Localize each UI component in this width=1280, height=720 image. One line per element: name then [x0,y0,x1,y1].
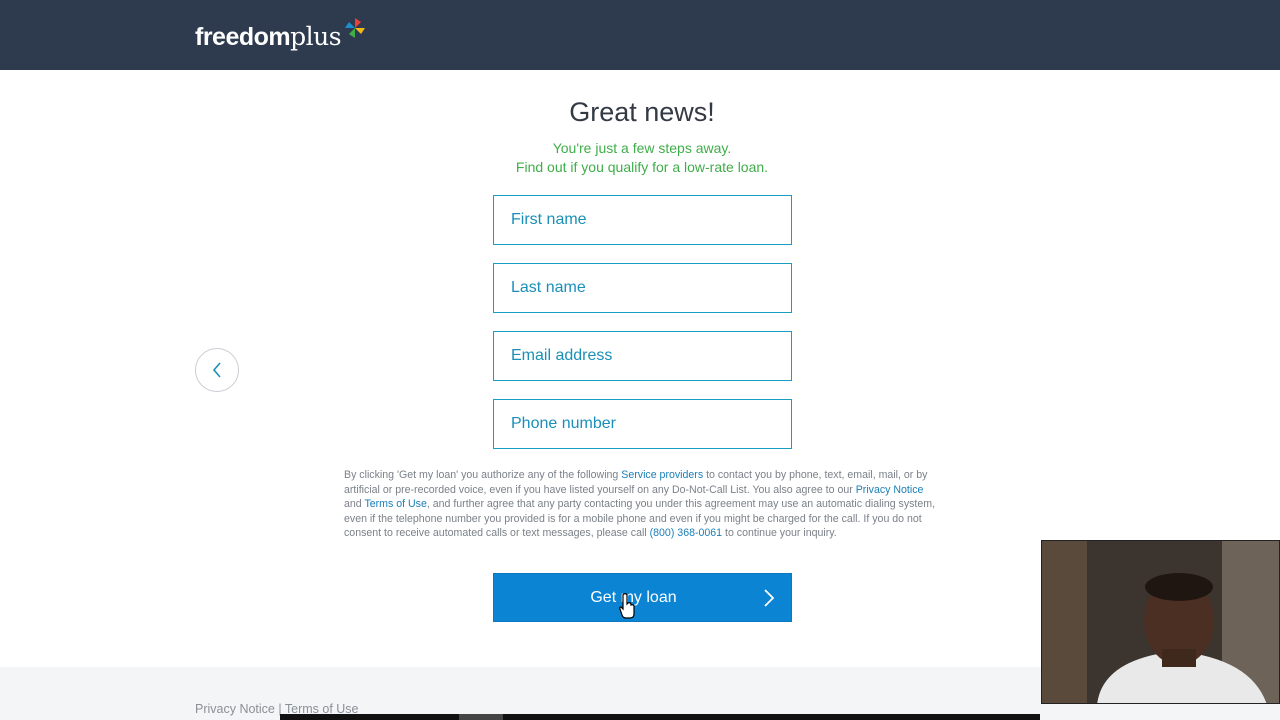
page-title: Great news! [569,97,715,127]
footer-privacy-link[interactable]: Privacy Notice [195,702,275,716]
video-progress-bar [280,714,1040,720]
email-input[interactable] [494,332,791,380]
last-name-field[interactable] [493,263,792,313]
privacy-notice-link[interactable]: Privacy Notice [856,484,924,496]
hand-cursor-icon [619,593,635,619]
service-providers-link[interactable]: Service providers [621,469,703,481]
email-field[interactable] [493,331,792,381]
freedomplus-logo[interactable]: freedomplus [195,18,365,54]
chevron-right-icon [764,589,775,607]
terms-of-use-link[interactable]: Terms of Use [364,498,426,510]
back-button[interactable] [195,348,239,392]
get-my-loan-button[interactable]: Get my loan [493,573,792,622]
first-name-field[interactable] [493,195,792,245]
first-name-input[interactable] [494,196,791,244]
phone-input[interactable] [494,400,791,448]
subtitle-line-1: You're just a few steps away. [552,140,732,156]
logo-pinwheel-icon [345,18,365,38]
last-name-input[interactable] [494,264,791,312]
site-header: freedomplus [0,0,1280,70]
subtitle-line-2: Find out if you qualify for a low-rate l… [515,159,769,175]
chevron-left-icon [212,362,221,378]
video-progress-segment [459,714,503,720]
phone-number-link[interactable]: (800) 368-0061 [650,527,722,539]
consent-disclaimer: By clicking 'Get my loan' you authorize … [344,469,936,540]
presenter-image [1042,541,1279,703]
webcam-overlay [1041,540,1280,704]
logo-text: freedomplus [195,22,342,51]
phone-field[interactable] [493,399,792,449]
